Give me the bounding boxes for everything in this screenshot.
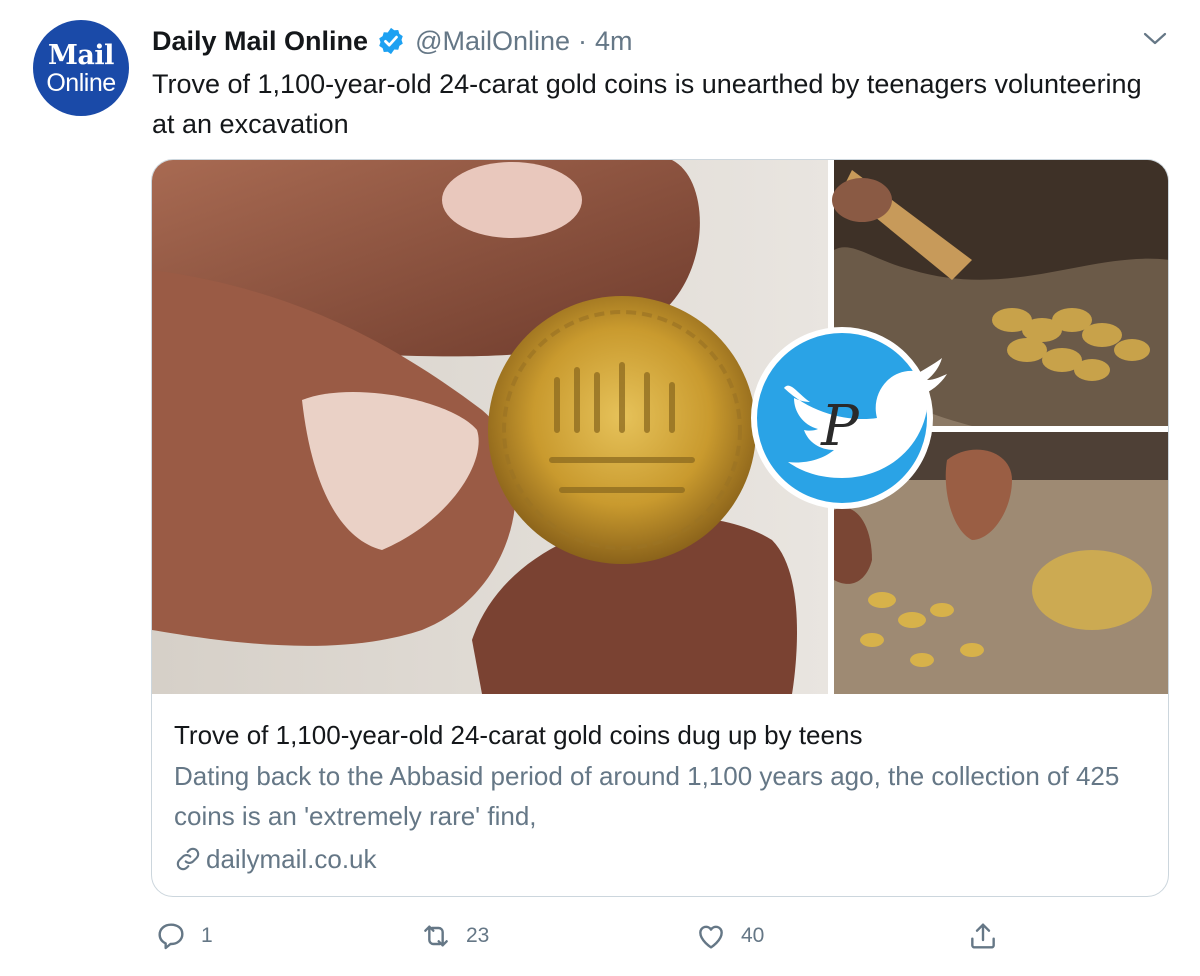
tweet[interactable]: Mail Online Daily Mail Online @MailOnlin… — [0, 0, 1200, 976]
reply-button[interactable]: 1 — [155, 920, 213, 952]
link-icon — [176, 847, 200, 871]
author-name[interactable]: Daily Mail Online — [152, 26, 368, 57]
share-button[interactable] — [967, 920, 1013, 952]
like-count: 40 — [741, 924, 765, 947]
card-domain-text: dailymail.co.uk — [206, 844, 377, 874]
like-button[interactable]: 40 — [695, 920, 764, 952]
coin-photo — [152, 160, 828, 694]
tweet-timestamp[interactable]: 4m — [595, 26, 633, 57]
svg-text:P: P — [820, 394, 860, 459]
reply-icon — [158, 923, 184, 950]
card-image: P — [152, 160, 1168, 694]
retweet-count: 23 — [466, 924, 490, 947]
tweet-header: Daily Mail Online @MailOnline · 4m — [152, 24, 633, 58]
reply-count: 1 — [201, 924, 213, 947]
verified-badge-icon — [379, 27, 403, 55]
chevron-down-icon[interactable] — [1142, 30, 1168, 48]
card-body[interactable]: Trove of 1,100-year-old 24-carat gold co… — [174, 716, 1134, 878]
link-card[interactable]: P Trove of 1,100-year-old 24-carat gold … — [151, 159, 1169, 897]
tweet-text: Trove of 1,100-year-old 24-carat gold co… — [152, 69, 1142, 139]
avatar-line2: Online — [46, 69, 116, 97]
card-description: Dating back to the Abbasid period of aro… — [174, 761, 1120, 831]
separator-dot: · — [578, 25, 588, 56]
retweet-icon — [424, 925, 448, 947]
avatar[interactable]: Mail Online — [33, 20, 129, 116]
share-icon — [971, 923, 995, 949]
avatar-line1: Mail — [48, 40, 114, 71]
action-bar: 1 23 40 — [0, 920, 1200, 964]
author-handle[interactable]: @MailOnline — [415, 26, 570, 57]
heart-icon — [699, 925, 723, 949]
card-media[interactable]: P — [152, 160, 1168, 694]
card-title: Trove of 1,100-year-old 24-carat gold co… — [174, 720, 863, 750]
retweet-button[interactable]: 23 — [420, 920, 489, 952]
card-domain[interactable]: dailymail.co.uk — [174, 840, 1134, 878]
